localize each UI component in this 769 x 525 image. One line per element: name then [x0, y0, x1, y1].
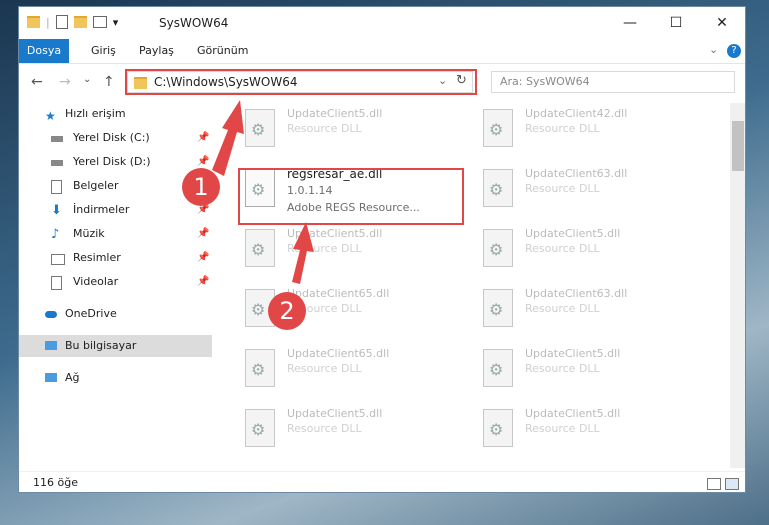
arrow-to-file: [292, 222, 314, 284]
annotation-arrows: [212, 100, 314, 284]
callout-number-1: 1: [182, 168, 220, 206]
arrow-to-address-bar: [212, 100, 244, 176]
callout-number-2: 2: [268, 292, 306, 330]
